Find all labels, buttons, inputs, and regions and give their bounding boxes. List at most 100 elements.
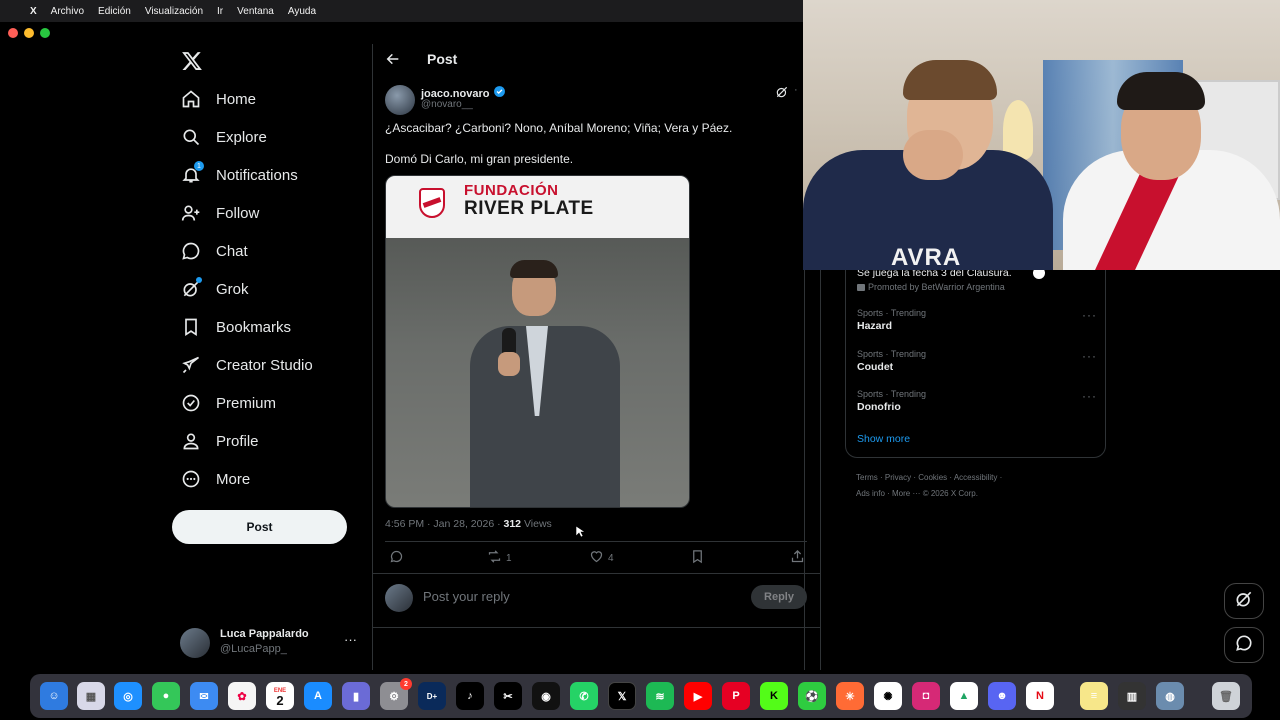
- footer-cookies[interactable]: Cookies: [918, 473, 947, 482]
- nav-explore[interactable]: Explore: [180, 124, 267, 150]
- reply-action[interactable]: [389, 549, 404, 567]
- notes-icon[interactable]: ≡: [1080, 682, 1108, 710]
- nav-label: Creator Studio: [216, 356, 313, 374]
- nav-home[interactable]: Home: [180, 86, 256, 112]
- add-person-icon: [180, 202, 202, 224]
- activity-icon[interactable]: ▥: [1118, 682, 1146, 710]
- trash-icon[interactable]: 🗑: [1212, 682, 1240, 710]
- calendar-icon[interactable]: ENE 2: [266, 682, 294, 710]
- bookmark-icon: [690, 549, 705, 567]
- reply-input[interactable]: Post your reply: [423, 589, 510, 604]
- trend-item[interactable]: Sports · Trending Hazard ···: [857, 308, 1097, 332]
- footer-terms[interactable]: Terms: [856, 473, 878, 482]
- trend-item[interactable]: Sports · Trending Donofrio ···: [857, 389, 1097, 413]
- nav-bookmarks[interactable]: Bookmarks: [180, 314, 291, 340]
- nav-more[interactable]: More: [180, 466, 250, 492]
- like-action[interactable]: 4: [589, 549, 614, 567]
- menu-edicion[interactable]: Edición: [98, 6, 131, 17]
- trend-more-icon[interactable]: ···: [1082, 349, 1097, 363]
- grok-floating-button[interactable]: [1224, 583, 1264, 619]
- messages-icon[interactable]: ●: [152, 682, 180, 710]
- youtube-icon[interactable]: ▶: [684, 682, 712, 710]
- discord-icon[interactable]: ☻: [988, 682, 1016, 710]
- minimize-window-button[interactable]: [24, 28, 34, 38]
- launchpad-icon[interactable]: ▦: [77, 682, 105, 710]
- x-logo-icon[interactable]: [181, 50, 203, 72]
- menu-ir[interactable]: Ir: [217, 6, 223, 17]
- netflix-icon[interactable]: N: [1026, 682, 1054, 710]
- account-switcher[interactable]: Luca Pappalardo @LucaPapp_ ···: [180, 626, 360, 660]
- kick-icon[interactable]: K: [760, 682, 788, 710]
- reply-avatar: [385, 584, 413, 612]
- app-store-icon[interactable]: A: [304, 682, 332, 710]
- nav-grok[interactable]: Grok: [180, 276, 249, 302]
- bookmark-action[interactable]: [690, 549, 705, 567]
- pinterest-icon[interactable]: P: [722, 682, 750, 710]
- reply-button[interactable]: Reply: [751, 585, 807, 609]
- menu-app-name[interactable]: X: [30, 6, 37, 17]
- finder-icon[interactable]: ☺: [40, 682, 68, 710]
- photos-icon[interactable]: ✿: [228, 682, 256, 710]
- footer-more[interactable]: More ···: [892, 489, 920, 498]
- x-app-icon[interactable]: 𝕏: [608, 682, 636, 710]
- menu-ventana[interactable]: Ventana: [237, 6, 274, 17]
- footer-privacy[interactable]: Privacy: [885, 473, 911, 482]
- author-handle[interactable]: @novaro__: [421, 99, 473, 110]
- obs-icon[interactable]: ◉: [532, 682, 560, 710]
- post-button[interactable]: Post: [172, 510, 347, 544]
- tiktok-icon[interactable]: ♪: [456, 682, 484, 710]
- capcut-icon[interactable]: ✂: [494, 682, 522, 710]
- macos-dock: ☺ ▦ ◎ ● ✉ ✿ ENE 2 A ▮ ⚙ 2 D+ ♪ ✂ ◉ ✆ 𝕏 ≋…: [30, 674, 1252, 718]
- show-more-link[interactable]: Show more: [857, 433, 910, 445]
- author-avatar[interactable]: [385, 85, 415, 115]
- nav-notifications[interactable]: 1 Notifications: [180, 161, 298, 188]
- disney-plus-icon[interactable]: D+: [418, 682, 446, 710]
- footer-accessibility[interactable]: Accessibility: [954, 473, 998, 482]
- safari-icon[interactable]: ◎: [114, 682, 142, 710]
- whatsapp-icon[interactable]: ✆: [570, 682, 598, 710]
- nav-creator-studio[interactable]: Creator Studio: [180, 352, 313, 378]
- trend-name: Coudet: [857, 361, 894, 373]
- soccer-app-icon[interactable]: ⚽: [798, 682, 826, 710]
- google-drive-icon[interactable]: ▲: [950, 682, 978, 710]
- repost-action[interactable]: 1: [487, 549, 512, 567]
- nav-profile[interactable]: Profile: [180, 428, 259, 454]
- notification-badge: 1: [194, 161, 204, 171]
- mail-icon[interactable]: ✉: [190, 682, 218, 710]
- disk-utility-icon[interactable]: ◍: [1156, 682, 1184, 710]
- nav-chat[interactable]: Chat: [180, 238, 248, 264]
- instagram-icon[interactable]: ◘: [912, 682, 940, 710]
- bookmark-icon: [180, 316, 202, 338]
- post-more-icon[interactable]: ·: [794, 84, 798, 96]
- post-timestamp[interactable]: 4:56 PM · Jan 28, 2026 ·: [385, 518, 501, 530]
- nav-premium[interactable]: Premium: [180, 390, 276, 416]
- preview-icon[interactable]: ▮: [342, 682, 370, 710]
- chatgpt-icon[interactable]: ✺: [874, 682, 902, 710]
- search-icon: [180, 126, 202, 148]
- main-column-divider: [372, 44, 373, 670]
- person-hand: [498, 352, 520, 376]
- nav-label: Notifications: [216, 166, 298, 184]
- nav-follow[interactable]: Follow: [180, 200, 259, 226]
- menu-visualizacion[interactable]: Visualización: [145, 6, 203, 17]
- zoom-window-button[interactable]: [40, 28, 50, 38]
- trends-panel: Se juega la fecha 3 del Clausura. Promot…: [845, 256, 1106, 458]
- claude-icon[interactable]: ✳: [836, 682, 864, 710]
- back-arrow-icon[interactable]: [385, 51, 401, 67]
- footer-ads-info[interactable]: Ads info: [856, 489, 885, 498]
- messages-floating-button[interactable]: [1224, 627, 1264, 663]
- menu-archivo[interactable]: Archivo: [51, 6, 84, 17]
- trend-item[interactable]: Sports · Trending Coudet ···: [857, 349, 1097, 373]
- post-image[interactable]: FUNDACIÓN RIVER PLATE: [385, 175, 690, 508]
- trend-more-icon[interactable]: ···: [1082, 308, 1097, 322]
- menu-ayuda[interactable]: Ayuda: [288, 6, 316, 17]
- account-more-icon[interactable]: ···: [344, 632, 357, 647]
- system-settings-icon[interactable]: ⚙ 2: [380, 678, 412, 710]
- share-action[interactable]: [790, 549, 805, 567]
- account-name: Luca Pappalardo: [220, 628, 309, 640]
- grok-explain-icon[interactable]: [775, 85, 789, 99]
- trend-more-icon[interactable]: ···: [1082, 389, 1097, 403]
- spotify-icon[interactable]: ≋: [646, 682, 674, 710]
- post-meta: 4:56 PM · Jan 28, 2026 · 312 Views: [385, 518, 552, 530]
- close-window-button[interactable]: [8, 28, 18, 38]
